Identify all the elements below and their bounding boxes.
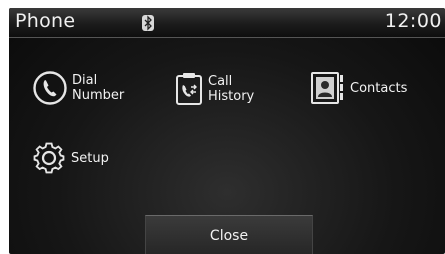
setup-label: Setup — [71, 150, 109, 166]
contacts-icon — [311, 72, 343, 104]
dial-number-label: Dial Number — [72, 73, 124, 103]
setup-button[interactable]: Setup — [32, 141, 109, 175]
call-history-button[interactable]: Call History — [175, 72, 254, 106]
contacts-button[interactable]: Contacts — [311, 72, 407, 104]
bluetooth-icon — [142, 15, 154, 31]
close-button-label: Close — [209, 227, 249, 244]
dial-number-button[interactable]: Dial Number — [33, 71, 124, 105]
call-history-label-line1: Call — [208, 74, 233, 89]
contacts-label: Contacts — [350, 80, 408, 96]
call-history-label: Call History — [208, 74, 254, 104]
close-button[interactable]: Close — [145, 215, 313, 254]
call-history-icon — [176, 73, 202, 105]
status-bar: Phone 12:00 — [9, 8, 445, 38]
display-panel: Phone 12:00 Dial Number Call History Con… — [9, 8, 445, 254]
phone-handset-icon — [33, 71, 67, 105]
gear-icon — [33, 142, 65, 174]
call-history-label-line2: History — [208, 89, 255, 104]
dial-number-label-line1: Dial — [72, 73, 98, 88]
dial-number-label-line2: Number — [72, 88, 125, 103]
page-title: Phone — [15, 10, 76, 32]
phone-screen: Phone 12:00 Dial Number Call History Con… — [0, 0, 445, 254]
clock: 12:00 — [384, 10, 442, 32]
